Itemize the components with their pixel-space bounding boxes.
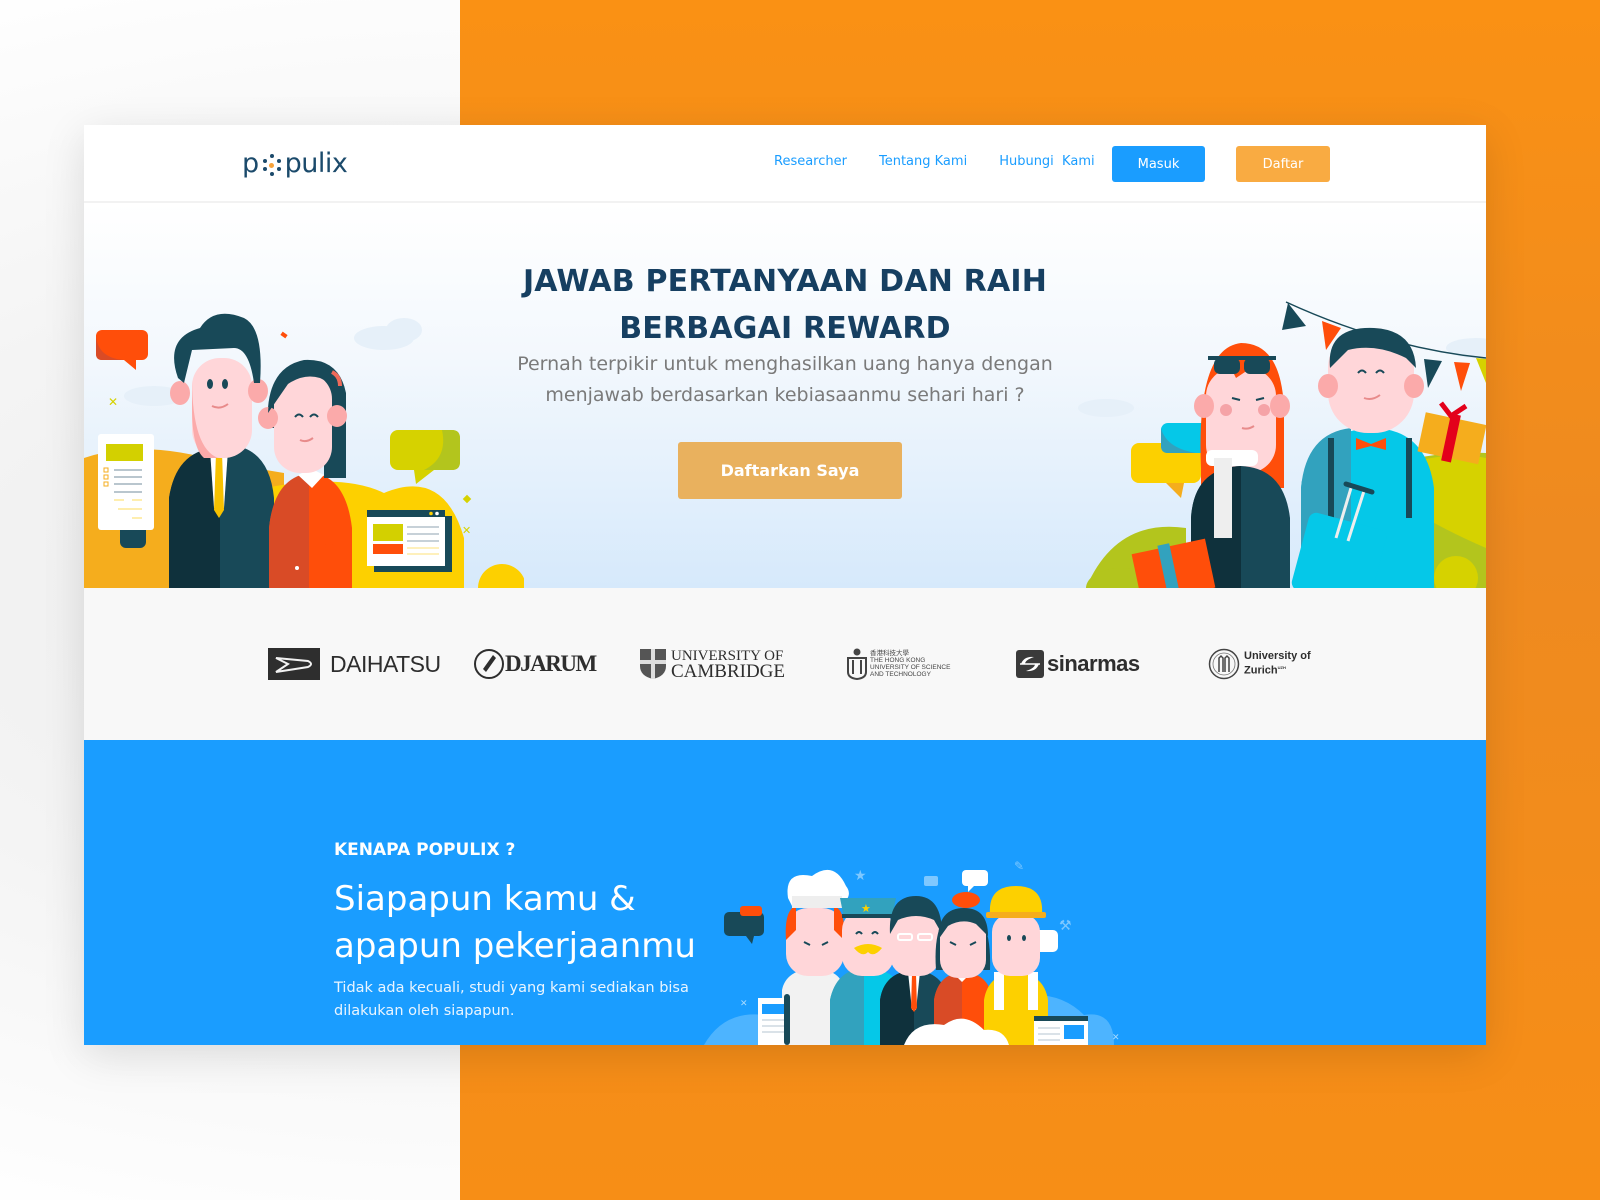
partner-logos-strip: DAIHATSU DJARUM UNIVERSITY OF CAMBRIDGE	[84, 588, 1486, 740]
partner-logo-daihatsu: DAIHATSU	[268, 646, 441, 682]
hammer-icon: ⚒	[1059, 918, 1072, 934]
svg-text:✕: ✕	[1112, 1033, 1120, 1043]
register-button[interactable]: Daftar	[1236, 146, 1330, 182]
djarum-emblem-icon	[474, 649, 504, 679]
nav-links: Researcher Tentang Kami Hubungi Kami	[774, 154, 1095, 169]
partner-name-line-1: 香港科技大學	[870, 650, 909, 657]
section-heading: Siapapun kamu & apapun pekerjaanmu	[334, 876, 754, 970]
sinarmas-emblem-icon	[1016, 650, 1044, 678]
logo-text-p: p	[242, 147, 259, 179]
hero-heading: JAWAB PERTANYAAN DAN RAIH BERBAGAI REWAR…	[84, 258, 1486, 352]
login-button[interactable]: Masuk	[1112, 146, 1205, 182]
gift-box-icon	[1417, 401, 1486, 465]
partner-name: sinarmas	[1047, 651, 1140, 676]
logo-dots-icon	[261, 154, 283, 176]
partner-logo-sinarmas: sinarmas	[1016, 646, 1140, 682]
cambridge-crest-icon	[640, 649, 666, 679]
uzh-seal-icon	[1208, 648, 1240, 680]
partner-name: DJARUM	[505, 651, 597, 676]
partner-logo-cambridge: UNIVERSITY OF CAMBRIDGE	[639, 646, 785, 682]
populix-logo[interactable]: p pulix	[242, 145, 348, 181]
section-description-line-1: Tidak ada kecuali, studi yang kami sedia…	[334, 980, 689, 996]
partner-logo-djarum: DJARUM	[473, 646, 597, 682]
hero-heading-line-2: BERBAGAI REWARD	[619, 311, 951, 346]
partner-name-line-4: AND TECHNOLOGY	[870, 671, 931, 678]
why-populix-section: KENAPA POPULIX ? Siapapun kamu & apapun …	[84, 740, 1486, 1045]
ground-dot	[478, 564, 524, 588]
svg-text:✕: ✕	[462, 524, 471, 537]
pencil-icon: ✎	[1014, 859, 1024, 873]
document-icon	[758, 994, 790, 1045]
section-description-line-2: dilakukan oleh siapapun.	[334, 1003, 515, 1019]
logo-text-pulix: pulix	[284, 147, 348, 179]
daihatsu-emblem-icon	[268, 648, 320, 680]
browser-window-icon	[367, 510, 452, 572]
nav-link-hubungi-kami[interactable]: Hubungi Kami	[999, 154, 1094, 169]
section-kicker: KENAPA POPULIX ?	[334, 840, 516, 860]
partner-name-line-2: Zurich	[1244, 664, 1278, 677]
speech-bubble-icon	[962, 870, 988, 892]
partner-name-suffix: UZH	[1277, 665, 1286, 671]
partner-logo-hkust: 香港科技大學 THE HONG KONG UNIVERSITY OF SCIEN…	[847, 646, 950, 682]
hero-subtitle-line-1: Pernah terpikir untuk menghasilkan uang …	[517, 353, 1053, 375]
partner-name-line-1: University of	[1244, 650, 1311, 663]
partner-name-line-2: CAMBRIDGE	[671, 661, 786, 682]
signup-cta-button[interactable]: Daftarkan Saya	[678, 442, 902, 499]
hero-subtitle: Pernah terpikir untuk menghasilkan uang …	[84, 349, 1486, 411]
hero-heading-line-1: JAWAB PERTANYAAN DAN RAIH	[522, 264, 1048, 299]
section-heading-line-2: apapun pekerjaanmu	[334, 926, 696, 966]
nav-link-tentang-kami[interactable]: Tentang Kami	[879, 154, 967, 169]
speech-bubble-icon	[724, 906, 764, 944]
hkust-emblem-icon	[847, 648, 867, 680]
partner-name-line-2: THE HONG KONG	[870, 657, 926, 664]
professions-illustration: ★ ✎ ⚒ ★ ✕ ✕	[704, 859, 1120, 1045]
partner-name-line-3: UNIVERSITY OF SCIENCE	[870, 664, 951, 671]
section-description: Tidak ada kecuali, studi yang kami sedia…	[334, 977, 714, 1023]
partner-name: DAIHATSU	[330, 650, 441, 677]
hero-section: ✕ ✕ JAWAB PERTANYAAN DAN RAIH BERBAGAI R…	[84, 203, 1486, 588]
svg-text:✕: ✕	[740, 999, 748, 1009]
partner-logo-uzh: University of ZurichUZH	[1208, 646, 1311, 682]
hero-subtitle-line-2: menjawab berdasarkan kebiasaanmu sehari …	[545, 384, 1025, 406]
svg-text:★: ★	[861, 902, 871, 915]
nav-link-researcher[interactable]: Researcher	[774, 154, 847, 169]
briefcase-icon	[924, 876, 938, 886]
top-navbar: p pulix Researcher Tentang Kami Hubungi …	[84, 125, 1486, 203]
website-mockup: p pulix Researcher Tentang Kami Hubungi …	[84, 125, 1486, 1045]
section-heading-line-1: Siapapun kamu &	[334, 879, 636, 919]
browser-window-icon	[1034, 1016, 1088, 1045]
star-icon: ★	[854, 868, 867, 884]
speech-bubble-icon	[390, 430, 460, 484]
